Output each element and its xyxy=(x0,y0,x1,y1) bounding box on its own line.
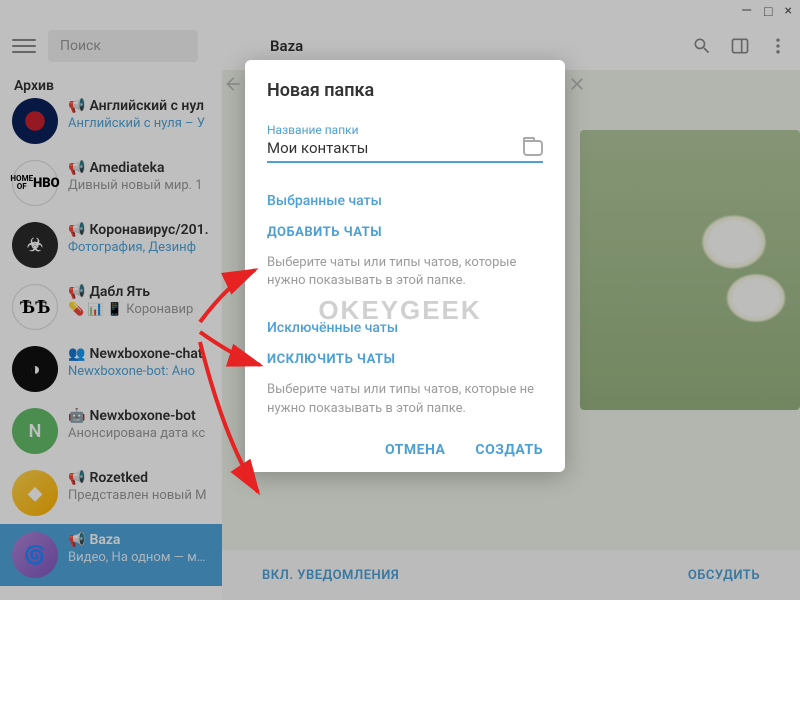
add-chats-button[interactable]: ДОБАВИТЬ ЧАТЫ xyxy=(267,225,543,240)
back-icon[interactable] xyxy=(223,74,243,94)
folder-icon[interactable] xyxy=(523,140,543,156)
exclude-chats-button[interactable]: ИСКЛЮЧИТЬ ЧАТЫ xyxy=(267,352,543,367)
excluded-chats-desc: Выберите чаты или типы чатов, которые не… xyxy=(267,381,543,417)
folder-name-label: Название папки xyxy=(267,123,543,137)
folder-name-input[interactable] xyxy=(267,139,523,157)
selected-chats-title: Выбранные чаты xyxy=(267,193,543,209)
modal-title: Новая папка xyxy=(267,80,543,101)
selected-chats-desc: Выберите чаты или типы чатов, которые ну… xyxy=(267,254,543,290)
cancel-button[interactable]: ОТМЕНА xyxy=(385,442,445,458)
new-folder-modal: Новая папка Название папки Выбранные чат… xyxy=(245,60,565,472)
excluded-chats-title: Исключённые чаты xyxy=(267,320,543,336)
create-button[interactable]: СОЗДАТЬ xyxy=(475,442,543,458)
close-icon[interactable] xyxy=(567,74,587,94)
